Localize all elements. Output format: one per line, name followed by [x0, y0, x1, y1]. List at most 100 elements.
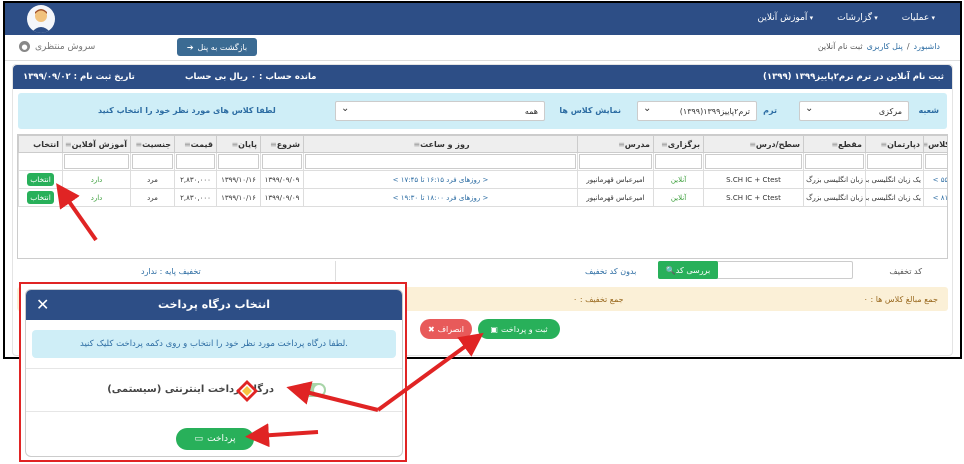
filter-input[interactable]	[305, 154, 576, 169]
table-row: < ۸۱ > یک زبان انگلیسی بزرگ زبان انگلیسی…	[18, 188, 947, 207]
cancel-button[interactable]: ✖ انصراف	[420, 319, 472, 339]
col-level[interactable]: مقطع≡	[803, 135, 866, 153]
filter-input[interactable]	[579, 154, 652, 169]
user-name: سروش منتظری	[35, 41, 96, 52]
close-icon[interactable]: ✕	[36, 290, 49, 320]
filter-input[interactable]	[867, 154, 922, 169]
discount-row: کد تخفیف 🔍 بررسی کد بدون کد تخفیف تخفیف …	[13, 261, 952, 281]
back-arrow-icon: ➔	[186, 42, 194, 52]
filter-input[interactable]	[262, 154, 302, 169]
cell-course: S.CH IC + Ctest	[703, 188, 804, 207]
total-amount: جمع مبالغ کلاس ها : ۰	[863, 295, 938, 304]
user-icon: ●	[19, 41, 30, 52]
menu-operations[interactable]: عملیات	[902, 13, 935, 23]
discount-code-input[interactable]	[713, 261, 853, 279]
col-price[interactable]: قیمت≡	[174, 135, 217, 153]
card-title: ثبت نام آنلاین در ترم ترم۲پاییز۱۳۹۹ (۱۳۹…	[763, 72, 944, 82]
user-info: ● سروش منتظری	[19, 41, 95, 52]
col-start[interactable]: شروع≡	[260, 135, 304, 153]
bank-logo-icon	[236, 380, 258, 402]
top-navbar: عملیات گزارشات آموزش آنلاین	[5, 3, 960, 35]
breadcrumb-current: ثبت نام آنلاین	[817, 42, 863, 51]
breadcrumb-dashboard[interactable]: داشبورد	[914, 42, 940, 51]
col-mode[interactable]: برگزاری≡	[653, 135, 704, 153]
show-classes-select[interactable]: همه	[335, 101, 545, 121]
cell-start: ۱۳۹۹/۰۹/۰۹	[260, 170, 304, 189]
gateway-toggle[interactable]	[298, 383, 326, 397]
col-gender[interactable]: جنسیت≡	[130, 135, 175, 153]
filter-hint: لطفا کلاس های مورد نظر خود را انتخاب کنی…	[98, 106, 276, 115]
show-classes-label: نمایش کلاس ها	[559, 106, 621, 115]
col-schedule[interactable]: روز و ساعت≡	[303, 135, 578, 153]
cell-schedule[interactable]: < روزهای فرد ۱۶:۱۵ تا ۱۷:۴۵ >	[303, 170, 578, 189]
filter-input[interactable]	[925, 154, 947, 169]
menu-reports[interactable]: گزارشات	[837, 13, 878, 23]
cell-code[interactable]: < ۵۵ >	[923, 170, 947, 189]
cancel-label: انصراف	[437, 324, 465, 334]
sub-header: ● سروش منتظری ➔ بازگشت به پنل داشبورد / …	[5, 35, 960, 61]
cell-select: انتخاب	[18, 188, 63, 207]
submit-and-pay-button[interactable]: ▣ ثبت و پرداخت	[478, 319, 560, 339]
filter-input[interactable]	[655, 154, 702, 169]
col-course[interactable]: سطح/درس≡	[703, 135, 804, 153]
breadcrumb: داشبورد / پنل کاربری ثبت نام آنلاین	[818, 42, 940, 51]
branch-label: شعبه	[918, 106, 940, 115]
cell-start: ۱۳۹۹/۰۹/۰۹	[260, 188, 304, 207]
select-class-button[interactable]: انتخاب	[27, 191, 54, 204]
col-department[interactable]: دپارتمان≡	[865, 135, 924, 153]
cell-offline: دارد	[62, 188, 131, 207]
cell-dept: یک زبان انگلیسی بزرگ	[865, 188, 924, 207]
avatar[interactable]	[27, 5, 55, 33]
filter-input[interactable]	[218, 154, 259, 169]
back-to-panel-button[interactable]: ➔ بازگشت به پنل	[177, 38, 257, 56]
term-label: ترم	[763, 106, 777, 115]
card-icon: ▭	[194, 434, 204, 444]
classes-table: کد کلاس≡ دپارتمان≡ مقطع≡ سطح/درس≡ برگزار…	[17, 134, 948, 259]
divider	[335, 261, 336, 281]
col-end[interactable]: پایان≡	[216, 135, 261, 153]
filter-row	[18, 152, 947, 171]
filter-input[interactable]	[805, 154, 864, 169]
cell-price: ۲,۸۳۰,۰۰۰	[174, 170, 217, 189]
cell-end: ۱۳۹۹/۱۰/۱۶	[216, 170, 261, 189]
filter-input[interactable]	[132, 154, 173, 169]
cell-schedule[interactable]: < روزهای فرد ۱۸:۰۰ تا ۱۹:۳۰ >	[303, 188, 578, 207]
menu-online-education[interactable]: آموزش آنلاین	[758, 13, 814, 23]
cell-code[interactable]: < ۸۱ >	[923, 188, 947, 207]
filter-bar: شعبه مرکزی ترم ترم۲پاییز۱۳۹۹(۱۳۹۹) نمایش…	[18, 93, 947, 129]
col-class-code[interactable]: کد کلاس≡	[923, 135, 947, 153]
table-header-row: کد کلاس≡ دپارتمان≡ مقطع≡ سطح/درس≡ برگزار…	[18, 135, 947, 153]
close-icon: ✖	[427, 324, 435, 334]
gateway-option[interactable]: درگاه پرداخت اینترنتی (سیستمی)	[26, 368, 402, 412]
payment-gateway-modal: ✕ انتخاب درگاه پرداخت لطفا درگاه پرداخت …	[25, 289, 403, 457]
cell-course: S.CH IC + Ctest	[703, 170, 804, 189]
cell-dept: یک زبان انگلیسی بزرگ	[865, 170, 924, 189]
cell-mode: آنلاین	[653, 188, 704, 207]
cell-gender: مرد	[130, 170, 175, 189]
branch-select[interactable]: مرکزی	[799, 101, 909, 121]
modal-header: ✕ انتخاب درگاه پرداخت	[26, 290, 402, 320]
filter-input[interactable]	[64, 154, 129, 169]
cell-end: ۱۳۹۹/۱۰/۱۶	[216, 188, 261, 207]
term-select[interactable]: ترم۲پاییز۱۳۹۹(۱۳۹۹)	[637, 101, 757, 121]
select-class-button[interactable]: انتخاب	[27, 173, 54, 186]
back-button-label: بازگشت به پنل	[197, 42, 248, 52]
registration-date: تاریخ ثبت نام : ۱۳۹۹/۰۹/۰۲	[23, 72, 135, 82]
filter-input[interactable]	[176, 154, 215, 169]
cell-price: ۲,۸۳۰,۰۰۰	[174, 188, 217, 207]
breadcrumb-panel[interactable]: پنل کاربری	[867, 42, 903, 51]
col-teacher[interactable]: مدرس≡	[577, 135, 654, 153]
filter-input[interactable]	[705, 154, 802, 169]
pay-button[interactable]: ▭ پرداخت	[176, 428, 254, 450]
cell-teacher: امیرعباس قهرمانپور	[577, 188, 654, 207]
modal-title: انتخاب درگاه پرداخت	[157, 298, 271, 311]
cell-mode: آنلاین	[653, 170, 704, 189]
total-discount: جمع تخفیف : ۰	[573, 295, 624, 304]
pay-label: پرداخت	[207, 434, 236, 444]
col-offline[interactable]: آموزش آفلاین≡	[62, 135, 131, 153]
account-balance: مانده حساب : ۰ ریال بی حساب	[185, 72, 317, 82]
submit-label: ثبت و پرداخت	[500, 324, 548, 334]
cell-offline: دارد	[62, 170, 131, 189]
check-code-button[interactable]: 🔍 بررسی کد	[658, 261, 718, 279]
modal-info: لطفا درگاه پرداخت مورد نظر خود را انتخاب…	[32, 330, 396, 358]
